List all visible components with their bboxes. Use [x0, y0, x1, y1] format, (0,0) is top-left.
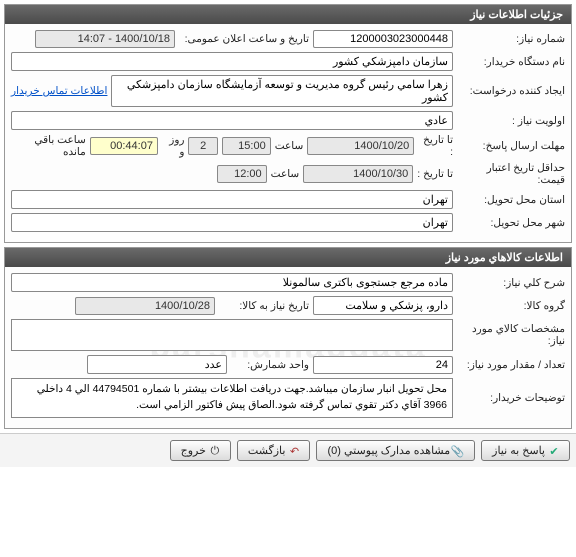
row-delivery-city: شهر محل تحویل: تهران: [11, 213, 565, 232]
need-desc-label: شرح کلي نیاز:: [457, 277, 565, 289]
exit-button-label: خروج: [181, 444, 206, 457]
deadline-label: مهلت ارسال پاسخ:: [457, 140, 565, 152]
reply-button-label: پاسخ به نیاز: [492, 444, 545, 457]
delivery-province-field[interactable]: تهران: [11, 190, 453, 209]
need-no-field[interactable]: 1200003023000448: [313, 30, 453, 48]
creator-label: ایجاد کننده درخواست:: [457, 85, 565, 97]
need-details-panel: جزئیات اطلاعات نیاز شماره نیاز: 12000030…: [4, 4, 572, 243]
back-icon: ↶: [289, 445, 299, 455]
back-button[interactable]: ↶ بازگشت: [237, 440, 311, 461]
announce-field: 1400/10/18 - 14:07: [35, 30, 175, 48]
days-remaining-label: روز و: [162, 134, 185, 158]
delivery-city-label: شهر محل تحویل:: [457, 217, 565, 229]
need-by-date-label: تاریخ نیاز به کالا:: [219, 300, 309, 312]
attachments-button[interactable]: 📎 مشاهده مدارک پیوستي (0): [316, 440, 475, 461]
price-validity-date-field: 1400/10/30: [303, 165, 413, 183]
time-remaining-label: ساعت باقي مانده: [11, 134, 86, 158]
deadline-time-field: 15:00: [222, 137, 271, 155]
price-validity-time-field: 12:00: [217, 165, 267, 183]
goods-info-body: parsnamaddata شرح کلي نیاز: ماده مرجع جس…: [5, 267, 571, 428]
qty-label: تعداد / مقدار مورد نیاز:: [457, 359, 565, 371]
exit-icon: ⏻: [210, 445, 220, 455]
priority-label: اولویت نیاز :: [457, 115, 565, 127]
row-spec: مشخصات کالاي مورد نیاز:: [11, 319, 565, 351]
need-no-label: شماره نیاز:: [457, 33, 565, 45]
to-date-label: تا تاریخ :: [418, 134, 453, 158]
buyer-notes-field[interactable]: محل تحویل انبار سازمان میباشد.جهت دریافت…: [11, 378, 453, 418]
row-creator: ایجاد کننده درخواست: زهرا سامي رئیس گروه…: [11, 75, 565, 107]
row-qty: تعداد / مقدار مورد نیاز: 24 واحد شمارش: …: [11, 355, 565, 374]
row-need-no: شماره نیاز: 1200003023000448 تاریخ و ساع…: [11, 30, 565, 48]
buyer-notes-label: توضیحات خریدار:: [457, 392, 565, 404]
delivery-province-label: استان محل تحویل:: [457, 194, 565, 206]
row-price-validity: حداقل تاریخ اعتبار قیمت: تا تاریخ : 1400…: [11, 162, 565, 186]
goods-info-panel: اطلاعات کالاهاي مورد نیاز parsnamaddata …: [4, 247, 572, 429]
need-desc-field[interactable]: ماده مرجع جستجوی باکتری سالمونلا: [11, 273, 453, 292]
unit-label: واحد شمارش:: [231, 359, 309, 371]
price-validity-label: حداقل تاریخ اعتبار قیمت:: [457, 162, 565, 186]
row-deadline: مهلت ارسال پاسخ: تا تاریخ : 1400/10/20 س…: [11, 134, 565, 158]
buyer-org-label: نام دستگاه خریدار:: [457, 56, 565, 68]
priority-field[interactable]: عادي: [11, 111, 453, 130]
time-remaining-field: 00:44:07: [90, 137, 158, 155]
goods-group-field[interactable]: دارو، پزشکي و سلامت: [313, 296, 453, 315]
reply-icon: ✔: [549, 445, 559, 455]
attachments-button-label: مشاهده مدارک پیوستي (0): [327, 444, 450, 457]
creator-field[interactable]: زهرا سامي رئیس گروه مدیریت و توسعه آزمای…: [111, 75, 453, 107]
action-bar: ✔ پاسخ به نیاز 📎 مشاهده مدارک پیوستي (0)…: [0, 433, 576, 467]
days-remaining-field: 2: [188, 137, 217, 155]
qty-field[interactable]: 24: [313, 356, 453, 374]
row-priority: اولویت نیاز : عادي: [11, 111, 565, 130]
reply-button[interactable]: ✔ پاسخ به نیاز: [481, 440, 570, 461]
need-by-date-field: 1400/10/28: [75, 297, 215, 315]
announce-label: تاریخ و ساعت اعلان عمومی:: [179, 33, 309, 45]
need-details-header: جزئیات اطلاعات نیاز: [5, 5, 571, 24]
pv-time-label: ساعت: [271, 168, 300, 180]
delivery-city-field[interactable]: تهران: [11, 213, 453, 232]
row-buyer-notes: توضیحات خریدار: محل تحویل انبار سازمان م…: [11, 378, 565, 418]
need-details-body: شماره نیاز: 1200003023000448 تاریخ و ساع…: [5, 24, 571, 242]
unit-field[interactable]: عدد: [87, 355, 227, 374]
deadline-time-label: ساعت: [275, 140, 304, 152]
exit-button[interactable]: ⏻ خروج: [170, 440, 231, 461]
spec-label: مشخصات کالاي مورد نیاز:: [457, 323, 565, 347]
spec-field[interactable]: [11, 319, 453, 351]
row-buyer-org: نام دستگاه خریدار: سازمان دامپزشکي کشور: [11, 52, 565, 71]
row-need-desc: شرح کلي نیاز: ماده مرجع جستجوی باکتری سا…: [11, 273, 565, 292]
pv-to-date-label: تا تاریخ :: [417, 168, 453, 180]
buyer-contact-link[interactable]: اطلاعات تماس خریدار: [11, 85, 107, 97]
goods-info-header: اطلاعات کالاهاي مورد نیاز: [5, 248, 571, 267]
back-button-label: بازگشت: [248, 444, 286, 457]
goods-group-label: گروه کالا:: [457, 300, 565, 312]
deadline-date-field: 1400/10/20: [307, 137, 414, 155]
paperclip-icon: 📎: [454, 445, 464, 455]
row-delivery-province: استان محل تحویل: تهران: [11, 190, 565, 209]
row-goods-group: گروه کالا: دارو، پزشکي و سلامت تاریخ نیا…: [11, 296, 565, 315]
buyer-org-field[interactable]: سازمان دامپزشکي کشور: [11, 52, 453, 71]
